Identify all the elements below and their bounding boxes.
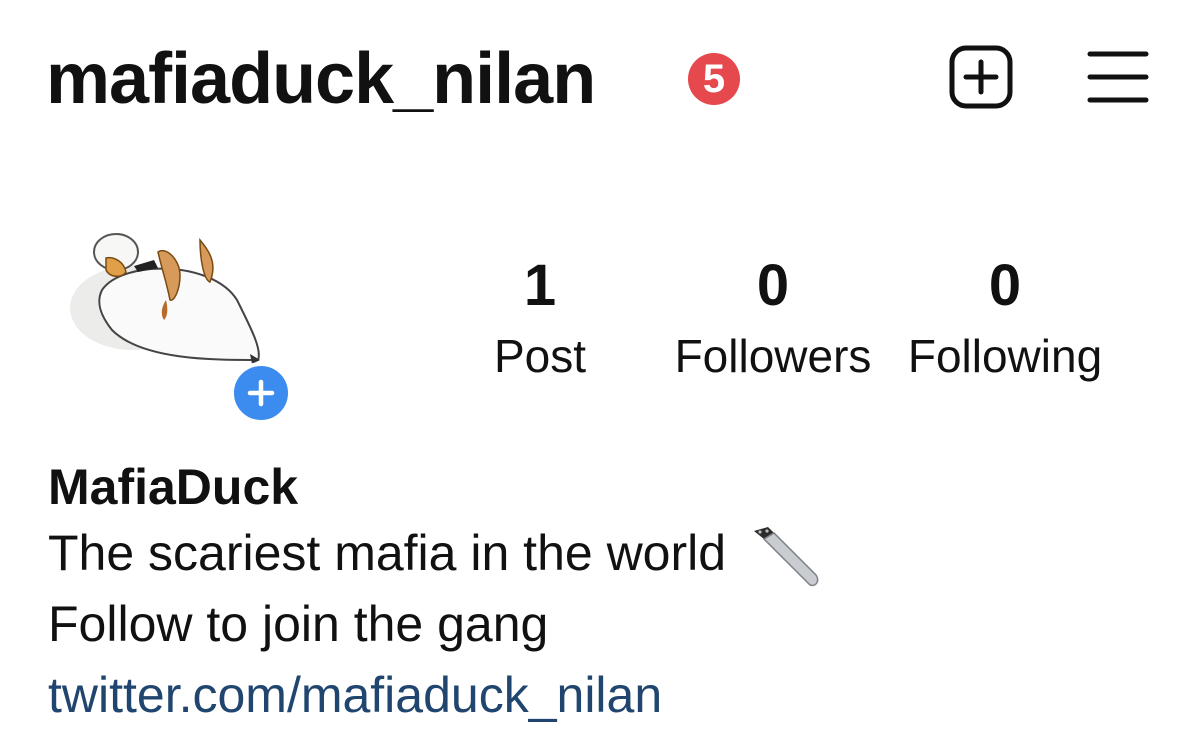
plus-square-icon [949,45,1013,109]
hamburger-menu-icon [1087,51,1149,103]
bio-line-1-text: The scariest mafia in the world [48,525,727,581]
bio-link[interactable]: twitter.com/mafiaduck_nilan [48,659,662,731]
username[interactable]: mafiaduck_nilan [46,34,596,124]
posts-stat[interactable]: 1 Post [474,250,606,386]
posts-label: Post [493,330,587,382]
knife-icon [753,526,819,586]
notification-badge[interactable]: 5 [688,53,740,105]
bio-line-1: The scariest mafia in the world [48,518,1148,589]
plus-circle-icon [247,379,275,407]
profile-bio: MafiaDuck The scariest mafia in the worl… [48,456,1148,731]
following-count: 0 [988,253,1022,318]
posts-count: 1 [523,253,557,318]
profile-header: mafiaduck_nilan 5 [46,34,1156,124]
followers-count: 0 [756,253,790,318]
following-stat[interactable]: 0 Following [900,250,1110,386]
duck-avatar-image [70,233,260,364]
add-story-button[interactable] [230,362,292,424]
followers-stat[interactable]: 0 Followers [668,250,878,386]
following-label: Following [907,330,1103,382]
avatar[interactable] [62,220,272,380]
display-name: MafiaDuck [48,459,299,515]
followers-label: Followers [674,330,872,382]
menu-button[interactable] [1086,46,1150,108]
new-post-button[interactable] [948,44,1014,110]
bio-line-2: Follow to join the gang [48,595,549,652]
